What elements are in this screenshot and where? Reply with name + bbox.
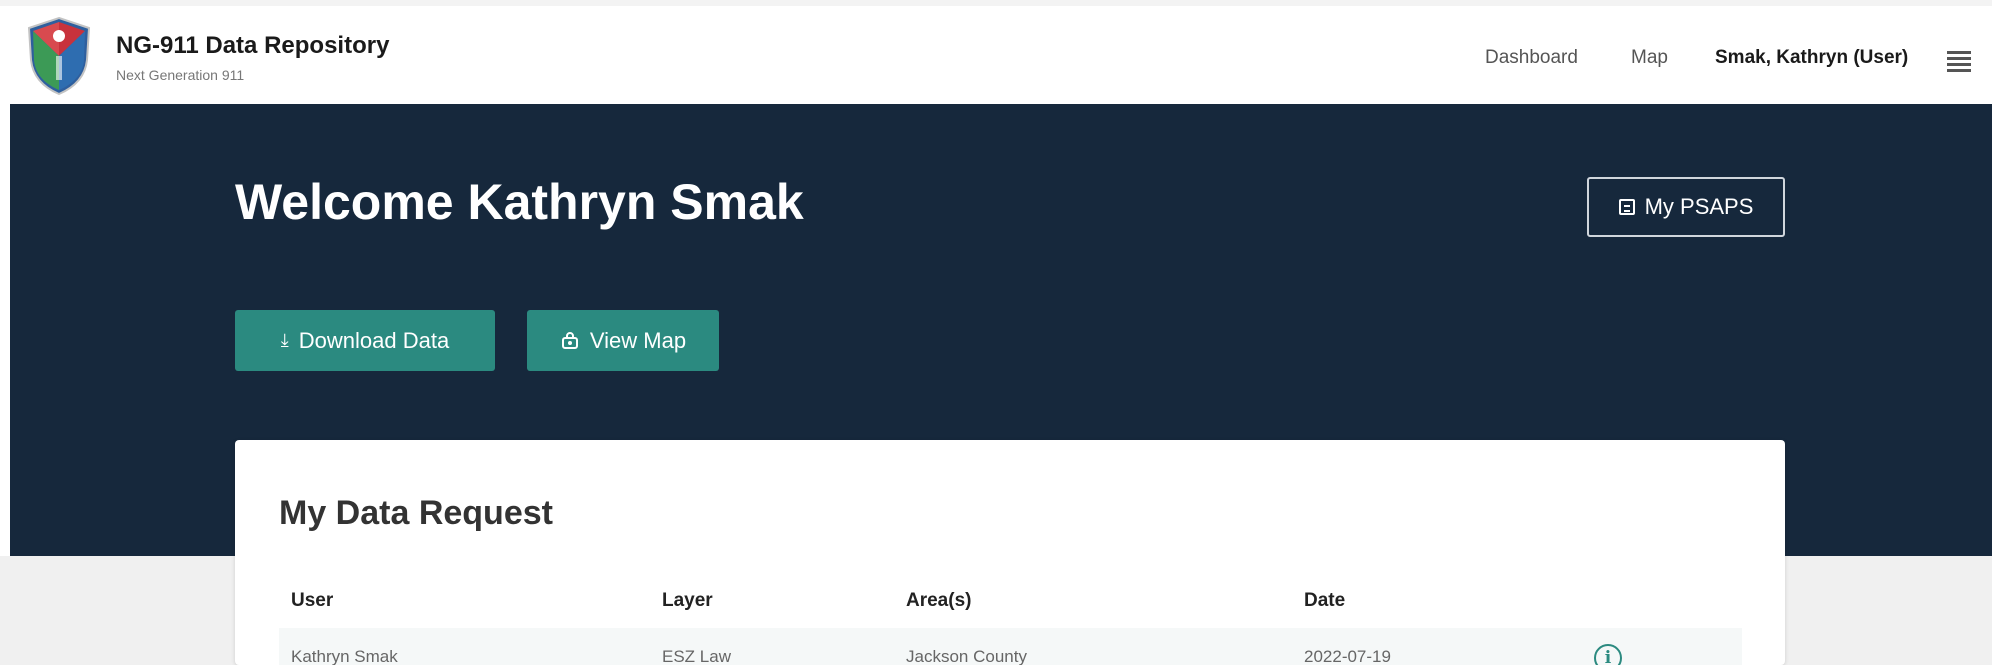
cell-date: 2022-07-19 — [1304, 647, 1391, 665]
map-icon — [561, 331, 578, 349]
navbar: NG-911 Data Repository Next Generation 9… — [0, 6, 1992, 104]
nav-map-link[interactable]: Map — [1631, 47, 1668, 69]
column-header-user: User — [291, 590, 334, 611]
cell-layer: ESZ Law — [662, 647, 731, 665]
brand-subtitle: Next Generation 911 — [116, 67, 245, 83]
column-header-areas: Area(s) — [906, 590, 972, 611]
info-icon[interactable]: i — [1594, 644, 1622, 665]
data-request-card: My Data Request User Layer Area(s) Date … — [235, 440, 1785, 665]
cell-areas: Jackson County — [906, 647, 1027, 665]
cell-user: Kathryn Smak — [291, 647, 398, 665]
brand-title: NG-911 Data Repository — [116, 32, 390, 59]
welcome-heading: Welcome Kathryn Smak — [235, 174, 804, 230]
download-data-button[interactable]: ⤓ Download Data — [235, 310, 495, 371]
id-card-icon — [1618, 199, 1635, 215]
column-header-layer: Layer — [662, 590, 713, 611]
hamburger-menu-icon[interactable] — [1947, 51, 1971, 73]
my-psaps-button[interactable]: My PSAPS — [1587, 177, 1785, 237]
download-data-label: Download Data — [298, 327, 450, 353]
view-map-label: View Map — [589, 327, 687, 353]
left-margin — [0, 104, 10, 556]
user-menu-link[interactable]: Smak, Kathryn (User) — [1715, 47, 1908, 69]
download-icon: ⤓ — [280, 330, 289, 350]
column-header-date: Date — [1304, 590, 1346, 611]
view-map-button[interactable]: View Map — [527, 310, 719, 371]
nav-dashboard-link[interactable]: Dashboard — [1485, 47, 1578, 69]
shield-logo-icon[interactable] — [25, 16, 93, 96]
card-title: My Data Request — [279, 494, 553, 532]
my-psaps-label: My PSAPS — [1644, 194, 1754, 219]
